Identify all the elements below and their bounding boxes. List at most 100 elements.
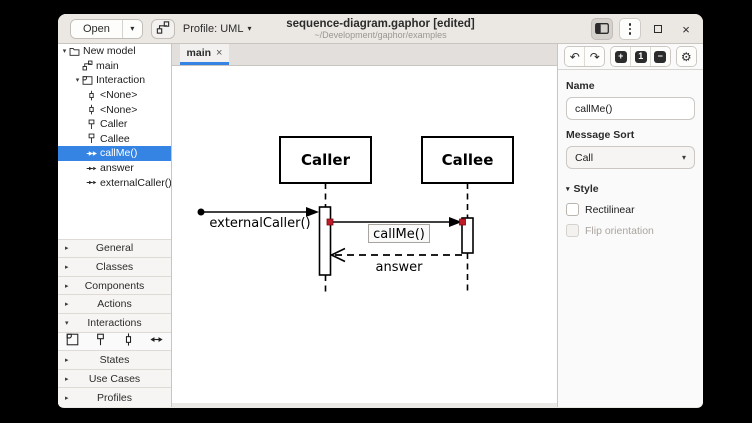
- rectilinear-checkbox[interactable]: [566, 203, 579, 216]
- expander-right-icon: ▸: [65, 264, 69, 272]
- window-body: ▾ New model main ▾ Interaction <None> <N…: [58, 44, 703, 407]
- tool-execution-specification[interactable]: [121, 333, 136, 349]
- undo-button[interactable]: ↶: [565, 47, 585, 66]
- caller-activation-bar[interactable]: [318, 206, 332, 276]
- selection-handle[interactable]: [459, 218, 466, 226]
- tree-item-label: <None>: [100, 89, 138, 102]
- tree-item-label: Callee: [100, 132, 130, 145]
- interactions-tools: [58, 332, 171, 352]
- tree-item-label: callMe(): [100, 147, 138, 160]
- expander-right-icon: ▸: [65, 394, 69, 402]
- open-dropdown-button[interactable]: ▾: [121, 19, 142, 38]
- settings-group: ⚙: [675, 46, 697, 67]
- toolbox-section-components[interactable]: ▸ Components: [58, 276, 171, 296]
- tool-lifeline[interactable]: [93, 334, 108, 349]
- zoom-original-icon: 1: [634, 50, 647, 63]
- tree-item-none-2[interactable]: <None>: [58, 102, 171, 117]
- externalcaller-message-label[interactable]: externalCaller(): [209, 216, 310, 231]
- section-label: Classes: [95, 261, 134, 274]
- header-right: ×: [591, 14, 697, 44]
- tool-interaction[interactable]: [65, 334, 80, 349]
- name-label: Name: [566, 80, 595, 92]
- tab-bar: main ×: [172, 44, 557, 66]
- profile-selector[interactable]: Profile: UML ▾: [183, 19, 252, 39]
- tree-item-none-1[interactable]: <None>: [58, 88, 171, 103]
- tab-main[interactable]: main ×: [180, 44, 229, 65]
- new-diagram-button[interactable]: [150, 18, 175, 39]
- rectilinear-checkbox-row[interactable]: Rectilinear: [566, 203, 695, 216]
- expander-down-icon: ▾: [65, 319, 69, 327]
- undo-icon: ↶: [569, 49, 580, 64]
- tree-item-callee[interactable]: Callee: [58, 132, 171, 147]
- zoom-original-button[interactable]: 1: [630, 47, 650, 66]
- caret-down-icon: ▾: [247, 24, 252, 33]
- tree-item-caller[interactable]: Caller: [58, 117, 171, 132]
- tree-item-new-model[interactable]: ▾ New model: [58, 44, 171, 59]
- style-expander[interactable]: ▾ Style: [566, 183, 695, 195]
- expander-icon[interactable]: ▾: [60, 47, 69, 55]
- section-label: Actions: [97, 298, 132, 311]
- tree-item-interaction[interactable]: ▾ Interaction: [58, 73, 171, 88]
- tree-item-main[interactable]: main: [58, 59, 171, 74]
- model-tree: ▾ New model main ▾ Interaction <None> <N…: [58, 44, 171, 229]
- menu-button[interactable]: [619, 18, 641, 40]
- callee-label[interactable]: Callee: [442, 151, 494, 169]
- flip-orientation-label: Flip orientation: [585, 224, 654, 237]
- tree-item-label: Interaction: [96, 74, 146, 87]
- toolbox-section-use-cases[interactable]: ▸ Use Cases: [58, 369, 171, 389]
- gear-icon: ⚙: [680, 49, 692, 64]
- new-diagram-icon: [156, 20, 170, 37]
- selection-handle[interactable]: [326, 218, 334, 226]
- lifeline-icon: [86, 133, 98, 145]
- toolbox-section-classes[interactable]: ▸ Classes: [58, 258, 171, 277]
- section-label: Use Cases: [88, 372, 141, 385]
- close-icon: ×: [682, 21, 690, 37]
- section-label: Interactions: [87, 316, 142, 329]
- tab-close-icon[interactable]: ×: [216, 47, 222, 59]
- sequence-diagram: Caller Callee externalCaller() callMe() …: [197, 136, 514, 295]
- diagram-canvas[interactable]: Caller Callee externalCaller() callMe() …: [172, 66, 557, 403]
- flip-orientation-checkbox-row: Flip orientation: [566, 224, 695, 237]
- lifeline-icon: [86, 118, 98, 130]
- open-button[interactable]: Open: [71, 19, 122, 38]
- section-label: States: [99, 354, 130, 367]
- zoom-in-button[interactable]: +: [611, 47, 631, 66]
- toggle-sidebar-button[interactable]: [591, 18, 613, 40]
- zoom-out-button[interactable]: −: [649, 47, 670, 66]
- message-sort-dropdown[interactable]: Call ▾: [566, 146, 695, 169]
- toolbox-section-interactions[interactable]: ▾ Interactions: [58, 314, 171, 333]
- sidebar-toggle-icon: [595, 22, 609, 37]
- message-icon: [86, 177, 98, 189]
- settings-button[interactable]: ⚙: [676, 47, 696, 66]
- expander-right-icon: ▸: [65, 282, 69, 290]
- tool-message[interactable]: [149, 334, 164, 349]
- name-input[interactable]: [566, 97, 695, 120]
- tree-item-externalcaller[interactable]: externalCaller(): [58, 175, 171, 190]
- maximize-button[interactable]: [647, 18, 669, 40]
- expander-down-icon: ▾: [566, 186, 570, 193]
- expander-right-icon: ▸: [65, 245, 69, 253]
- maximize-icon: [654, 25, 662, 33]
- redo-button[interactable]: ↷: [584, 47, 604, 66]
- tree-item-callme[interactable]: callMe(): [58, 146, 171, 161]
- caret-down-icon: ▾: [681, 153, 686, 162]
- expander-right-icon: ▸: [65, 375, 69, 383]
- zoom-group: + 1 −: [610, 46, 671, 67]
- message-sort-label: Message Sort: [566, 129, 635, 141]
- message-icon: [86, 162, 98, 174]
- callme-message-label[interactable]: callMe(): [373, 227, 425, 242]
- toolbox-section-general[interactable]: ▸ General: [58, 239, 171, 259]
- model-sidebar: ▾ New model main ▾ Interaction <None> <N…: [58, 44, 172, 407]
- toolbox-section-states[interactable]: ▸ States: [58, 351, 171, 370]
- window-subtitle: ~/Development/gaphor/examples: [314, 30, 447, 40]
- expander-icon[interactable]: ▾: [73, 76, 82, 84]
- execution-specification-icon: [86, 89, 98, 101]
- answer-message-label[interactable]: answer: [376, 260, 424, 275]
- window-title: sequence-diagram.gaphor [edited]: [286, 18, 475, 30]
- tree-item-answer[interactable]: answer: [58, 161, 171, 176]
- caller-label[interactable]: Caller: [301, 151, 351, 169]
- close-button[interactable]: ×: [675, 18, 697, 40]
- style-label: Style: [573, 183, 599, 195]
- toolbox-section-actions[interactable]: ▸ Actions: [58, 295, 171, 315]
- toolbox-section-profiles[interactable]: ▸ Profiles: [58, 388, 171, 407]
